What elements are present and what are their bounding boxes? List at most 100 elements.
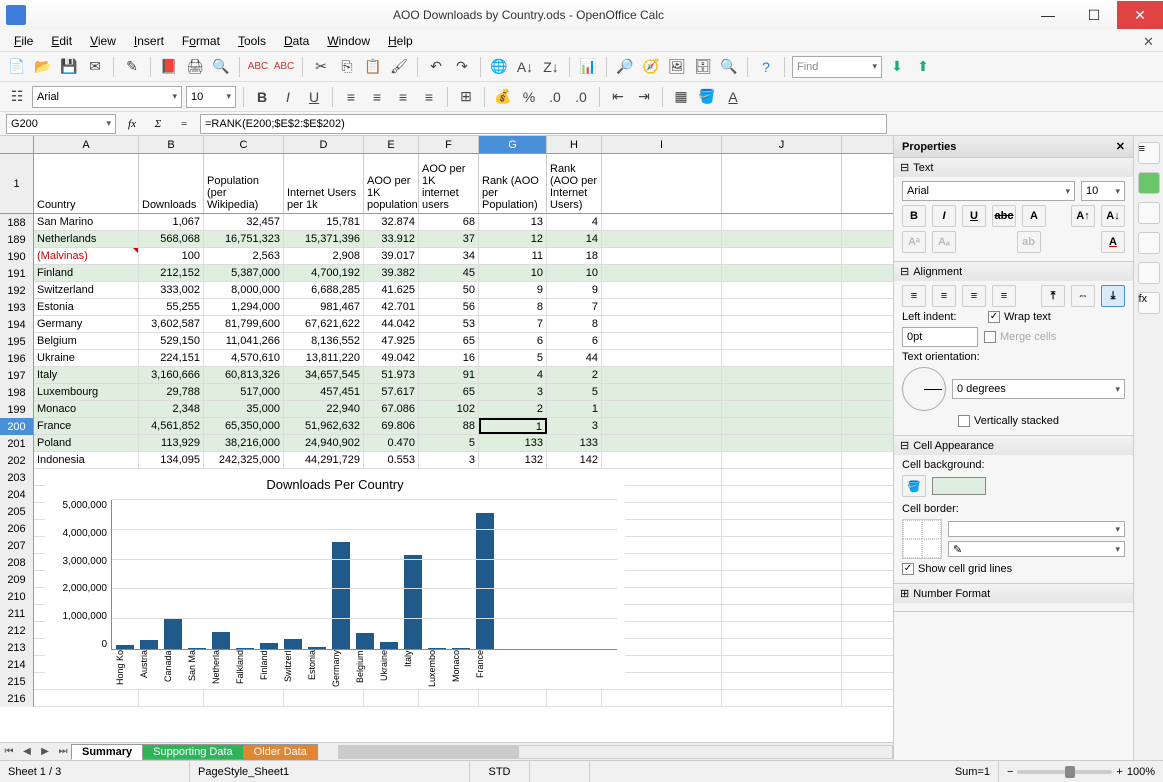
menu-file[interactable]: File (6, 32, 41, 50)
cell[interactable] (722, 656, 842, 672)
cell[interactable] (722, 231, 842, 247)
cell[interactable]: 2,563 (204, 248, 284, 264)
cell[interactable] (722, 248, 842, 264)
cell[interactable]: 3,602,587 (139, 316, 204, 332)
cell[interactable]: Ukraine (34, 350, 139, 366)
cell[interactable] (602, 384, 722, 400)
tab-first-icon[interactable]: ⏮ (0, 746, 18, 757)
cell[interactable] (602, 350, 722, 366)
maximize-button[interactable]: ☐ (1071, 1, 1117, 29)
cell[interactable] (602, 452, 722, 468)
col-header-a[interactable]: A (34, 136, 139, 153)
cell[interactable]: 2,908 (284, 248, 364, 264)
cell[interactable]: 4,700,192 (284, 265, 364, 281)
cell[interactable]: 9 (547, 282, 602, 298)
align-center-icon[interactable]: ≡ (366, 86, 388, 108)
zoom-slider[interactable] (1017, 770, 1112, 774)
sb-sheet[interactable]: Sheet 1 / 3 (0, 761, 190, 782)
cell[interactable] (602, 248, 722, 264)
cell[interactable] (722, 214, 842, 230)
cell[interactable]: Poland (34, 435, 139, 451)
cell[interactable]: 4 (547, 214, 602, 230)
copy-icon[interactable]: ⎘ (336, 56, 358, 78)
row-header[interactable]: 201 (0, 435, 34, 452)
cell[interactable]: 44 (547, 350, 602, 366)
cell[interactable]: 65 (419, 384, 479, 400)
vstack-checkbox[interactable]: Vertically stacked (958, 415, 1059, 427)
cell[interactable]: 49.042 (364, 350, 419, 366)
cell[interactable]: 55,255 (139, 299, 204, 315)
cell[interactable]: 67.086 (364, 401, 419, 417)
cell[interactable]: 5 (547, 384, 602, 400)
cell[interactable]: 69.806 (364, 418, 419, 434)
sheet-tab-supporting[interactable]: Supporting Data (142, 744, 244, 760)
cell[interactable]: Belgium (34, 333, 139, 349)
cell[interactable]: 9 (479, 282, 547, 298)
cell[interactable]: 34 (419, 248, 479, 264)
email-icon[interactable]: ✉ (84, 56, 106, 78)
sb-sum[interactable]: Sum=1 (590, 761, 999, 782)
cell[interactable]: 33.912 (364, 231, 419, 247)
section-alignment[interactable]: ⊟ Alignment (894, 262, 1133, 281)
cell[interactable]: Country (34, 154, 139, 213)
strip-navigator-icon[interactable] (1138, 262, 1160, 284)
panel-align-justify-icon[interactable]: ≡ (992, 285, 1016, 307)
cell[interactable]: 1,294,000 (204, 299, 284, 315)
close-button[interactable]: ✕ (1117, 1, 1163, 29)
zoom-in-icon[interactable]: + (1116, 766, 1122, 778)
cell[interactable]: Rank (AOO per Population) (479, 154, 547, 213)
wrap-text-checkbox[interactable]: ✓Wrap text (988, 311, 1051, 323)
cell[interactable]: 1 (479, 418, 547, 434)
cell[interactable]: 3 (547, 418, 602, 434)
panel-strike-icon[interactable]: abc (992, 205, 1016, 227)
cell[interactable] (722, 384, 842, 400)
sb-style[interactable]: PageStyle_Sheet1 (190, 761, 470, 782)
cut-icon[interactable]: ✂ (310, 56, 332, 78)
cell[interactable]: 34,657,545 (284, 367, 364, 383)
cell[interactable] (602, 367, 722, 383)
undo-icon[interactable]: ↶ (425, 56, 447, 78)
strip-properties-icon[interactable] (1138, 172, 1160, 194)
cell[interactable]: Switzerland (34, 282, 139, 298)
cell[interactable] (722, 605, 842, 621)
row-header[interactable]: 208 (0, 554, 34, 571)
cell[interactable] (722, 571, 842, 587)
row-header[interactable]: 190 (0, 248, 34, 265)
cell[interactable]: 2,348 (139, 401, 204, 417)
paintbrush-icon[interactable]: 🖌 (388, 56, 410, 78)
row-header[interactable]: 210 (0, 588, 34, 605)
strip-gallery-icon[interactable] (1138, 232, 1160, 254)
cell[interactable] (602, 154, 722, 213)
cell[interactable]: 38,216,000 (204, 435, 284, 451)
sheet-tab-older[interactable]: Older Data (243, 744, 318, 760)
row-header[interactable]: 207 (0, 537, 34, 554)
cell[interactable]: 50 (419, 282, 479, 298)
hyperlink-icon[interactable]: 🌐 (488, 56, 510, 78)
panel-align-right-icon[interactable]: ≡ (962, 285, 986, 307)
row-header[interactable]: 211 (0, 605, 34, 622)
cell[interactable]: 10 (547, 265, 602, 281)
cell[interactable]: 15,371,396 (284, 231, 364, 247)
open-icon[interactable]: 📂 (32, 56, 54, 78)
cell[interactable]: 16 (419, 350, 479, 366)
cell[interactable]: 0.553 (364, 452, 419, 468)
cell[interactable]: 10 (479, 265, 547, 281)
cell[interactable]: 3 (419, 452, 479, 468)
cell[interactable]: AOO per 1K internet users (419, 154, 479, 213)
cell[interactable]: Indonesia (34, 452, 139, 468)
cell[interactable] (722, 503, 842, 519)
row-header[interactable]: 204 (0, 486, 34, 503)
panel-close-icon[interactable]: ✕ (1116, 140, 1125, 153)
row-header[interactable]: 188 (0, 214, 34, 231)
minimize-button[interactable]: — (1025, 1, 1071, 29)
find-prev-icon[interactable]: ⬆ (912, 56, 934, 78)
paste-icon[interactable]: 📋 (362, 56, 384, 78)
strip-functions-icon[interactable]: fx (1138, 292, 1160, 314)
cell[interactable]: 39.382 (364, 265, 419, 281)
sort-desc-icon[interactable]: Z↓ (540, 56, 562, 78)
panel-bold-icon[interactable]: B (902, 205, 926, 227)
cell[interactable]: 47.925 (364, 333, 419, 349)
cell[interactable]: Finland (34, 265, 139, 281)
cell[interactable] (722, 588, 842, 604)
panel-font-input[interactable]: Arial▾ (902, 181, 1075, 201)
